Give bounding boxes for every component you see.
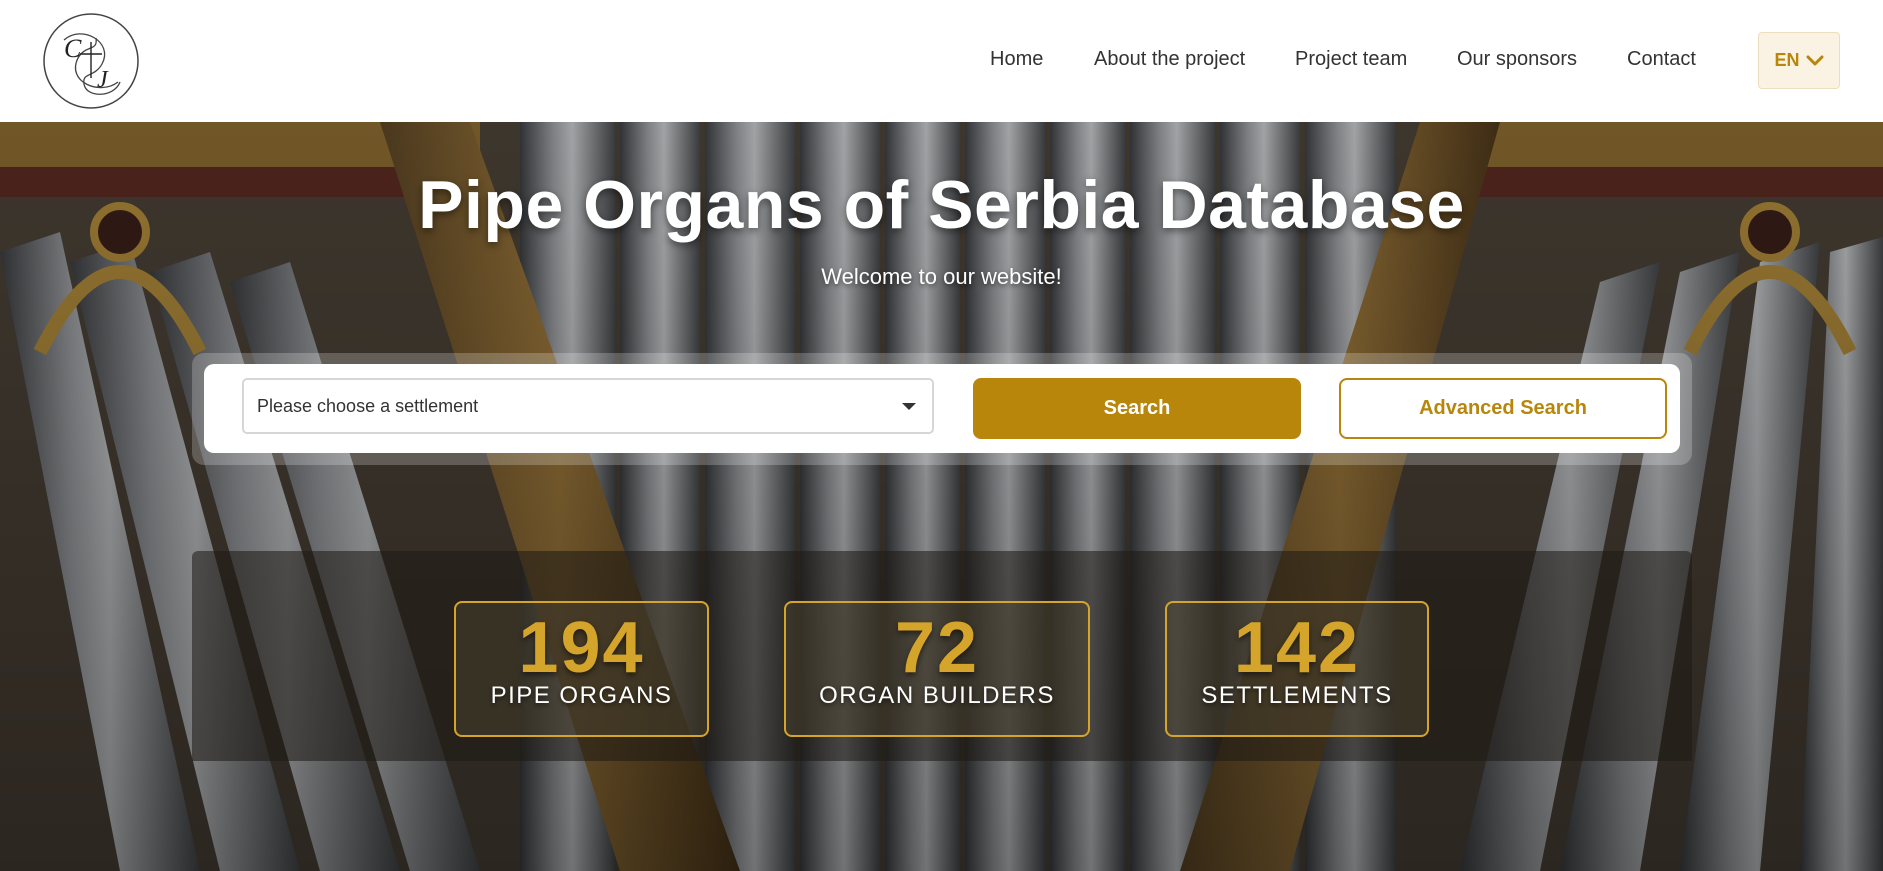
- language-selector[interactable]: EN: [1758, 32, 1840, 89]
- nav-about[interactable]: About the project: [1094, 48, 1245, 71]
- stat-organ-builders: 72 ORGAN BUILDERS: [784, 601, 1090, 737]
- stat-value: 194: [518, 608, 645, 688]
- stat-label: ORGAN BUILDERS: [819, 682, 1055, 709]
- stat-label: PIPE ORGANS: [490, 682, 673, 709]
- stat-pipe-organs: 194 PIPE ORGANS: [454, 601, 709, 737]
- language-label: EN: [1774, 50, 1800, 70]
- advanced-search-button[interactable]: Advanced Search: [1339, 378, 1667, 439]
- settlement-select[interactable]: Please choose a settlement: [242, 378, 934, 434]
- stat-settlements: 142 SETTLEMENTS: [1165, 601, 1429, 737]
- nav-team[interactable]: Project team: [1295, 48, 1407, 71]
- search-button[interactable]: Search: [973, 378, 1301, 439]
- nav-home[interactable]: Home: [990, 48, 1043, 71]
- site-header: C J Home About the project Project team …: [0, 0, 1883, 122]
- stat-value: 72: [894, 608, 980, 688]
- main-nav: Home About the project Project team Our …: [0, 0, 1883, 122]
- nav-contact[interactable]: Contact: [1627, 48, 1696, 71]
- caret-down-icon: [902, 403, 916, 410]
- chevron-down-icon: [1806, 55, 1824, 67]
- page-subtitle: Welcome to our website!: [821, 264, 1062, 289]
- stat-label: SETTLEMENTS: [1201, 682, 1393, 709]
- nav-sponsors[interactable]: Our sponsors: [1457, 48, 1577, 71]
- page-title: Pipe Organs of Serbia Database: [418, 167, 1465, 243]
- settlement-select-value: Please choose a settlement: [257, 395, 479, 416]
- stat-value: 142: [1233, 608, 1361, 688]
